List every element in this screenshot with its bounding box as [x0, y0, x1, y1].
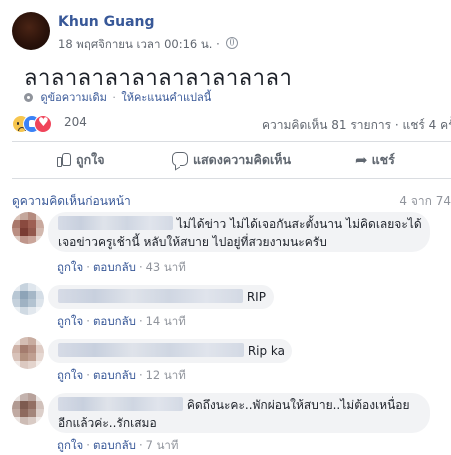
post-meta: 18 พฤศจิกายน เวลา 00:16 น. ·	[58, 36, 239, 54]
divider	[12, 178, 451, 179]
comment-actions: ถูกใจ · ตอบกลับ · 14 นาที	[57, 313, 186, 331]
post-stats: ความคิดเห็น 81 รายการ · แชร์ 4 ครั้ง	[262, 116, 451, 135]
comment-text-line2: อีกแล้วค่ะ..รักเสมอ	[58, 416, 157, 430]
translation-separator: ·	[112, 91, 116, 104]
commenter-name-blurred[interactable]	[58, 289, 243, 303]
comment-actions-separator: ·	[138, 314, 143, 328]
divider	[12, 141, 451, 142]
comment-time[interactable]: 12 นาที	[146, 368, 186, 382]
rate-translation-link[interactable]: ให้คะแนนคำแปลนี้	[121, 91, 211, 104]
reaction-count[interactable]: 204	[64, 115, 87, 129]
comment-actions: ถูกใจ · ตอบกลับ · 43 นาที	[57, 259, 186, 277]
translation-bar: ดูข้อความเดิม · ให้คะแนนคำแปลนี้	[24, 88, 211, 106]
comment-actions: ถูกใจ · ตอบกลับ · 12 นาที	[57, 367, 186, 385]
commenter-avatar[interactable]	[12, 337, 44, 369]
comment-button[interactable]: แสดงความคิดเห็น	[172, 150, 291, 170]
comment-actions-separator: ·	[86, 314, 90, 328]
comment-reply-link[interactable]: ตอบกลับ	[93, 368, 136, 382]
comment-like-link[interactable]: ถูกใจ	[57, 368, 83, 382]
comment-like-link[interactable]: ถูกใจ	[57, 314, 83, 328]
comment-actions-separator: ·	[138, 368, 143, 382]
comment-bubble: ไม่ได้ข่าว ไม่ได้เจอกันสะตั้งนาน ไม่คิดเ…	[48, 212, 430, 252]
love-reaction-icon	[34, 115, 52, 133]
commenter-name-blurred[interactable]	[58, 216, 173, 230]
comment-reply-link[interactable]: ตอบกลับ	[93, 314, 136, 328]
view-previous-comments[interactable]: ดูความคิดเห็นก่อนหน้า	[12, 192, 131, 211]
comment-pagination: 4 จาก 74	[399, 194, 451, 208]
commenter-avatar[interactable]	[12, 393, 44, 425]
comment-time[interactable]: 43 นาที	[146, 260, 186, 274]
share-button[interactable]: ➦ แชร์	[355, 150, 395, 170]
share-icon: ➦	[355, 151, 368, 169]
comment-actions: ถูกใจ · ตอบกลับ · 7 นาที	[57, 437, 178, 455]
comment-button-label: แสดงความคิดเห็น	[193, 152, 292, 167]
gear-icon[interactable]	[24, 93, 33, 102]
comments-count[interactable]: ความคิดเห็น 81 รายการ	[262, 118, 391, 132]
author-name[interactable]: Khun Guang	[58, 14, 155, 30]
comment-text: Rip ka	[247, 344, 286, 358]
comment-bubble: RIP	[48, 285, 274, 309]
comment-actions-separator: ·	[86, 438, 90, 452]
comment-bubble: คิดถึงนะคะ..พักผ่อนให้สบาย..ไม่ต้องเหนื่…	[48, 393, 430, 433]
comment-like-link[interactable]: ถูกใจ	[57, 438, 83, 452]
comment-text: คิดถึงนะคะ..พักผ่อนให้สบาย..ไม่ต้องเหนื่…	[186, 398, 410, 412]
comment-bubble: Rip ka	[48, 339, 292, 363]
comment-like-link[interactable]: ถูกใจ	[57, 260, 83, 274]
post-timestamp[interactable]: 18 พฤศจิกายน เวลา 00:16 น.	[58, 37, 212, 51]
comment-actions-separator: ·	[138, 260, 143, 274]
comment-text: ไม่ได้ข่าว ไม่ได้เจอกันสะตั้งนาน ไม่คิดเ…	[176, 217, 422, 231]
see-original-link[interactable]: ดูข้อความเดิม	[41, 91, 107, 104]
comment-icon	[172, 152, 188, 166]
shares-count[interactable]: แชร์ 4 ครั้ง	[402, 118, 451, 132]
thumbs-up-icon	[57, 152, 71, 167]
like-button[interactable]: ถูกใจ	[57, 150, 105, 170]
comment-actions-separator: ·	[86, 368, 90, 382]
commenter-name-blurred[interactable]	[58, 343, 244, 357]
author-avatar[interactable]	[12, 12, 50, 50]
commenter-avatar[interactable]	[12, 212, 44, 244]
comment-text-line2: เจอข่าวครูเช้านี้ หลับให้สบาย ไปอยู่ที่ส…	[58, 235, 327, 249]
comment-time[interactable]: 14 นาที	[146, 314, 186, 328]
commenter-avatar[interactable]	[12, 283, 44, 315]
post-card: Khun Guang 18 พฤศจิกายน เวลา 00:16 น. · …	[0, 0, 451, 452]
like-button-label: ถูกใจ	[76, 152, 105, 167]
comment-reply-link[interactable]: ตอบกลับ	[93, 260, 136, 274]
comment-time[interactable]: 7 นาที	[146, 438, 179, 452]
comment-actions-separator: ·	[138, 438, 143, 452]
comment-reply-link[interactable]: ตอบกลับ	[93, 438, 136, 452]
comment-actions-separator: ·	[86, 260, 90, 274]
share-button-label: แชร์	[371, 152, 395, 167]
meta-separator: ·	[216, 37, 220, 51]
commenter-name-blurred[interactable]	[58, 397, 183, 411]
comment-text: RIP	[246, 290, 266, 304]
globe-icon[interactable]	[226, 37, 239, 49]
